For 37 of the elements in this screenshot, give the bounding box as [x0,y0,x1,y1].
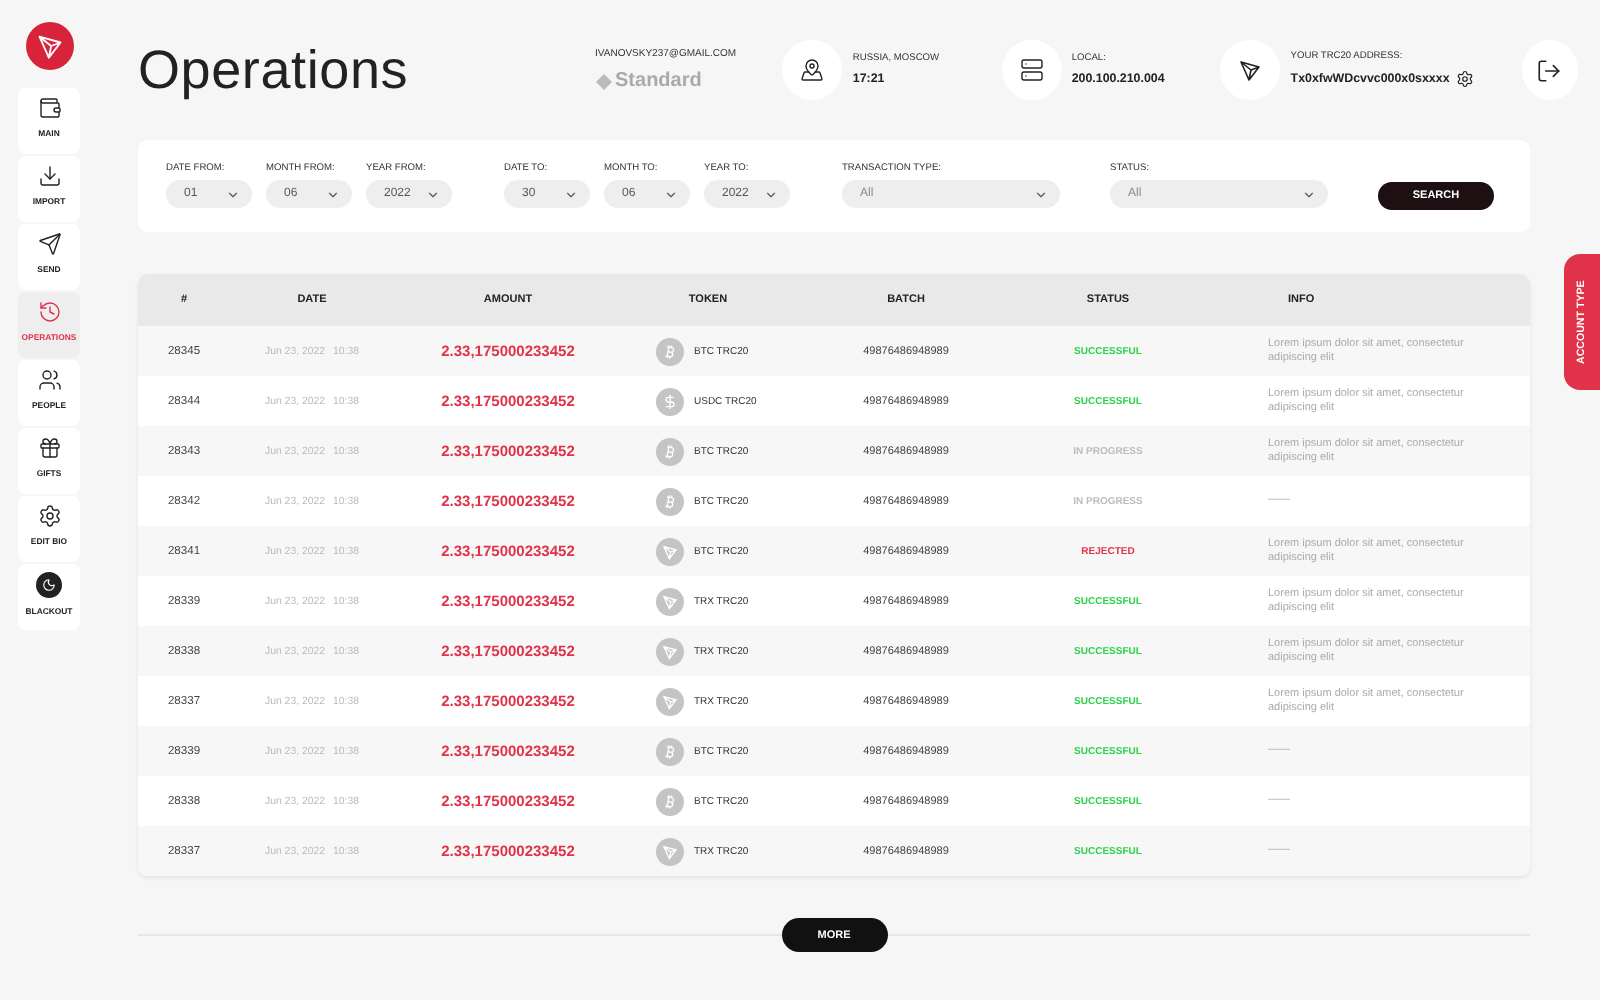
chevron-icon [564,187,578,201]
plan-name: Standard [615,70,702,92]
download-icon [37,164,61,188]
triangle-coin-icon [656,687,684,715]
server-icon [1019,58,1044,82]
chevron-icon [226,187,240,201]
bitcoin-icon [656,737,684,765]
triangle-coin-icon [656,637,684,665]
chevron-icon [1034,187,1048,201]
chevron-icon [764,187,778,201]
bitcoin-icon [656,787,684,815]
triangle-coin-icon [656,837,684,865]
chevron-icon [426,187,440,201]
location-pin-icon [800,58,825,82]
bitcoin-icon [656,437,684,465]
wallet-icon [37,96,61,120]
triangle-coin-icon [656,537,684,565]
dollar-coin-icon [656,387,684,415]
settings-icon[interactable] [1455,70,1474,88]
chevron-icon [326,187,340,201]
people-icon [37,368,61,392]
logout-icon [1536,57,1563,83]
gift-icon [37,436,61,460]
logout-button[interactable] [1521,40,1578,100]
triangle-logo-icon [35,32,63,60]
triangle-coin-icon [656,587,684,615]
send-icon [37,232,61,256]
settings-icon [37,504,61,528]
page-title: Operations [138,39,411,101]
chevron-icon [1302,187,1316,201]
history-icon [37,300,61,324]
bitcoin-icon [656,487,684,515]
diamond-icon [595,73,612,89]
moon-icon [36,572,62,598]
bitcoin-icon [656,337,684,365]
triangle-logo-icon [1238,58,1263,82]
chevron-icon [664,187,678,201]
